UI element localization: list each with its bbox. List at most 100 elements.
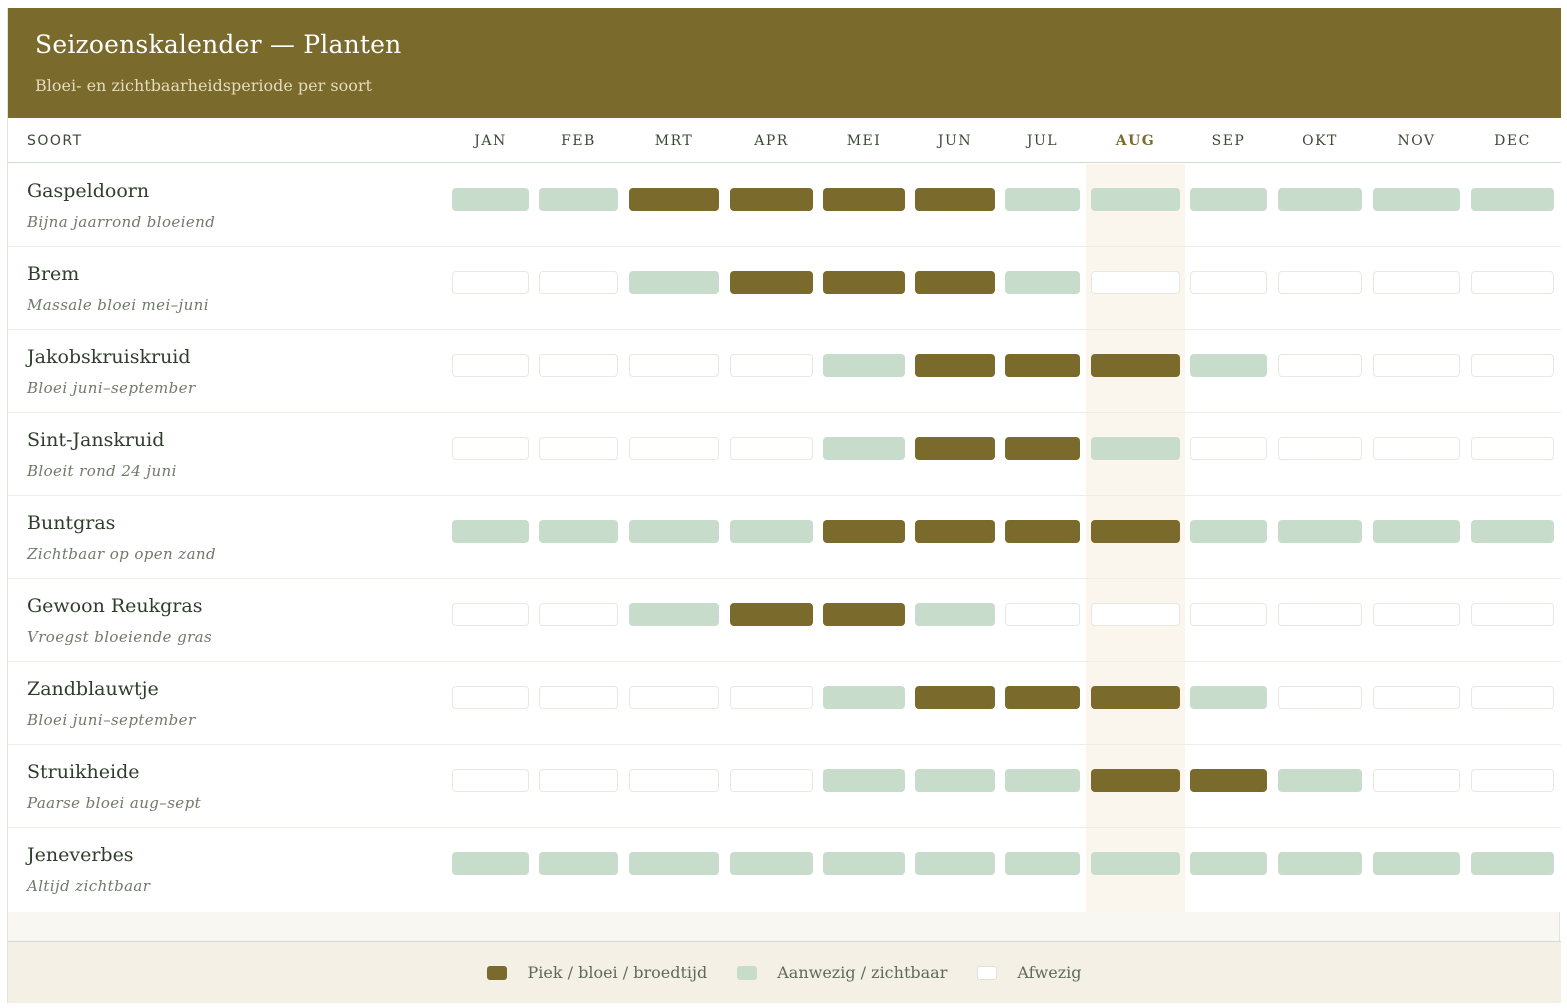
month-cell-feb-absent — [539, 271, 618, 294]
month-cell-jan-absent — [452, 769, 529, 792]
month-cell-okt-present — [1278, 852, 1362, 875]
legend-label: Aanwezig / zichtbaar — [777, 963, 948, 982]
species-name: Buntgras — [27, 512, 116, 534]
table-row: Jakobskruiskruid Bloei juni–september — [8, 330, 1561, 413]
month-cell-jul-present — [1005, 271, 1080, 294]
month-cell-dec-present — [1471, 852, 1554, 875]
month-cell-feb-present — [539, 852, 618, 875]
month-header-okt: OKT — [1302, 133, 1338, 149]
month-cell-jun-peak — [915, 437, 995, 460]
month-cell-jun-peak — [915, 686, 995, 709]
month-cell-apr-absent — [730, 769, 813, 792]
table-row: Buntgras Zichtbaar op open zand — [8, 496, 1561, 579]
month-cell-nov-absent — [1373, 769, 1460, 792]
month-cell-jul-peak — [1005, 354, 1080, 377]
month-cell-nov-present — [1373, 852, 1460, 875]
month-cell-aug-peak — [1091, 769, 1180, 792]
month-header-sep: SEP — [1211, 133, 1246, 149]
month-cell-jan-absent — [452, 354, 529, 377]
month-header-dec: DEC — [1494, 133, 1531, 149]
month-cell-jan-present — [452, 852, 529, 875]
species-name: Jakobskruiskruid — [27, 346, 191, 368]
month-cell-jan-absent — [452, 603, 529, 626]
legend-bar: Piek / bloei / broedtijd Aanwezig / zicht… — [8, 941, 1561, 1003]
month-cell-aug-present — [1091, 437, 1180, 460]
month-cell-apr-peak — [730, 603, 813, 626]
month-cell-jan-present — [452, 520, 529, 543]
month-cell-feb-absent — [539, 769, 618, 792]
month-cell-dec-absent — [1471, 769, 1554, 792]
month-cell-jan-present — [452, 188, 529, 211]
month-cell-jul-present — [1005, 188, 1080, 211]
month-cell-sep-absent — [1190, 603, 1267, 626]
month-cell-jul-peak — [1005, 437, 1080, 460]
table-row: Jeneverbes Altijd zichtbaar — [8, 828, 1561, 911]
calendar-card: Seizoenskalender — Planten Bloei- en zic… — [7, 8, 1561, 1003]
month-cell-nov-present — [1373, 188, 1460, 211]
month-cell-mei-present — [823, 769, 905, 792]
species-note: Bijna jaarrond bloeiend — [27, 213, 216, 231]
month-cell-jan-absent — [452, 271, 529, 294]
month-cell-sep-present — [1190, 520, 1267, 543]
month-cell-mei-present — [823, 354, 905, 377]
month-header-nov: NOV — [1397, 133, 1436, 149]
month-cell-dec-absent — [1471, 686, 1554, 709]
month-cell-dec-absent — [1471, 437, 1554, 460]
table-row: Gaspeldoorn Bijna jaarrond bloeiend — [8, 164, 1561, 247]
month-cell-mrt-absent — [629, 437, 719, 460]
species-note: Zichtbaar op open zand — [27, 545, 216, 563]
month-cell-feb-absent — [539, 603, 618, 626]
month-header-jun: JUN — [937, 133, 973, 149]
species-name: Sint-Janskruid — [27, 429, 165, 451]
month-header-mrt: MRT — [654, 133, 694, 149]
month-header-aug: AUG — [1115, 133, 1156, 149]
legend-item-absent: Afwezig — [977, 963, 1082, 982]
calendar-header: Seizoenskalender — Planten Bloei- en zic… — [8, 8, 1561, 118]
month-cell-apr-peak — [730, 188, 813, 211]
table-row: Brem Massale bloei mei–juni — [8, 247, 1561, 330]
month-cell-aug-absent — [1091, 603, 1180, 626]
month-cell-mrt-absent — [629, 354, 719, 377]
month-cell-mei-peak — [823, 271, 905, 294]
legend-swatch-absent — [977, 965, 998, 980]
month-cell-jun-present — [915, 852, 995, 875]
month-cell-mrt-absent — [629, 686, 719, 709]
month-cell-apr-absent — [730, 686, 813, 709]
month-cell-aug-present — [1091, 188, 1180, 211]
month-cell-okt-present — [1278, 188, 1362, 211]
month-cell-dec-absent — [1471, 603, 1554, 626]
month-cell-jul-absent — [1005, 603, 1080, 626]
month-cell-mei-present — [823, 686, 905, 709]
month-header-jul: JUL — [1026, 133, 1059, 149]
month-cell-jun-peak — [915, 271, 995, 294]
month-cell-jun-peak — [915, 354, 995, 377]
month-cell-aug-peak — [1091, 354, 1180, 377]
month-cell-apr-absent — [730, 354, 813, 377]
table-row: Struikheide Paarse bloei aug–sept — [8, 745, 1561, 828]
month-cell-feb-present — [539, 520, 618, 543]
month-cell-okt-absent — [1278, 437, 1362, 460]
month-cell-sep-absent — [1190, 271, 1267, 294]
page-title: Seizoenskalender — Planten — [35, 30, 402, 59]
legend: Piek / bloei / broedtijd Aanwezig / zicht… — [8, 942, 1561, 1003]
table-row: Gewoon Reukgras Vroegst bloeiende gras — [8, 579, 1561, 662]
month-cell-sep-present — [1190, 686, 1267, 709]
table-header-row: SOORT JAN FEB MRT APR MEI JUN JUL AUG SEP OKT NOV D… — [8, 118, 1561, 163]
month-cell-aug-present — [1091, 852, 1180, 875]
month-cell-sep-present — [1190, 188, 1267, 211]
species-name: Gewoon Reukgras — [27, 595, 203, 617]
month-header-mei: MEI — [846, 133, 882, 149]
month-cell-okt-absent — [1278, 686, 1362, 709]
month-cell-jan-absent — [452, 686, 529, 709]
month-cell-mrt-present — [629, 271, 719, 294]
month-cell-okt-present — [1278, 769, 1362, 792]
month-cell-feb-absent — [539, 686, 618, 709]
month-cell-okt-absent — [1278, 603, 1362, 626]
month-cell-dec-absent — [1471, 271, 1554, 294]
month-cell-mrt-present — [629, 603, 719, 626]
month-cell-jan-absent — [452, 437, 529, 460]
month-cell-mei-present — [823, 437, 905, 460]
month-cell-nov-absent — [1373, 354, 1460, 377]
species-note: Vroegst bloeiende gras — [27, 628, 213, 646]
species-note: Bloeit rond 24 juni — [27, 462, 177, 480]
